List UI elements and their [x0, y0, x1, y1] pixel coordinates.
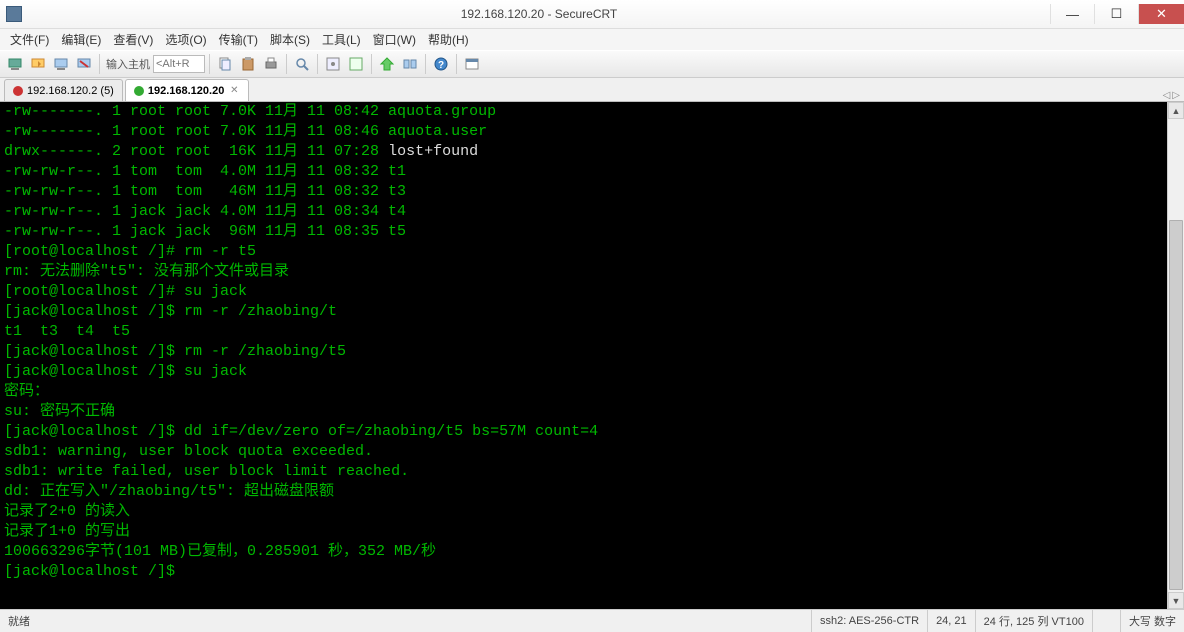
- global-options-button[interactable]: [345, 53, 367, 75]
- menu-transfer[interactable]: 传输(T): [213, 29, 264, 50]
- session-tab[interactable]: 192.168.120.2 (5): [4, 79, 123, 101]
- terminal-line: -rw-------. 1 root root 7.0K 11月 11 08:4…: [4, 122, 1163, 142]
- tab-label: 192.168.120.2 (5): [27, 85, 114, 97]
- find-button[interactable]: [291, 53, 313, 75]
- terminal-line: [jack@localhost /]$ su jack: [4, 362, 1163, 382]
- tab-bar: 192.168.120.2 (5) 192.168.120.20 ✕ ◁ ▷: [0, 78, 1184, 102]
- help-button[interactable]: ?: [430, 53, 452, 75]
- sftp-button[interactable]: [376, 53, 398, 75]
- tab-next-icon[interactable]: ▷: [1172, 90, 1180, 101]
- terminal-line: 记录了1+0 的写出: [4, 522, 1163, 542]
- status-bar: 就绪 ssh2: AES-256-CTR 24, 21 24 行, 125 列 …: [0, 609, 1184, 631]
- terminal-line: [jack@localhost /]$ rm -r /zhaobing/t5: [4, 342, 1163, 362]
- terminal-line: rm: 无法删除"t5": 没有那个文件或目录: [4, 262, 1163, 282]
- terminal-line: sdb1: warning, user block quota exceeded…: [4, 442, 1163, 462]
- minimize-button[interactable]: —: [1050, 4, 1094, 24]
- paste-button[interactable]: [237, 53, 259, 75]
- terminal-line: 记录了2+0 的读入: [4, 502, 1163, 522]
- status-caps: 大写 数字: [1120, 610, 1184, 632]
- status-dot-icon: [134, 86, 144, 96]
- title-bar: 192.168.120.20 - SecureCRT — ☐ ✕: [0, 0, 1184, 29]
- copy-button[interactable]: [214, 53, 236, 75]
- status-dot-icon: [13, 86, 23, 96]
- toolbar-extra-button[interactable]: [461, 53, 483, 75]
- menu-help[interactable]: 帮助(H): [422, 29, 475, 50]
- menu-options[interactable]: 选项(O): [159, 29, 212, 50]
- toolbar-separator: [456, 54, 457, 74]
- close-button[interactable]: ✕: [1138, 4, 1184, 24]
- scrollbar[interactable]: ▲ ▼: [1167, 102, 1184, 609]
- app-icon: [6, 6, 22, 22]
- menu-script[interactable]: 脚本(S): [264, 29, 316, 50]
- toolbar-separator: [317, 54, 318, 74]
- maximize-button[interactable]: ☐: [1094, 4, 1138, 24]
- terminal-line: drwx------. 2 root root 16K 11月 11 07:28…: [4, 142, 1163, 162]
- scroll-thumb[interactable]: [1169, 220, 1183, 590]
- tab-prev-icon[interactable]: ◁: [1163, 90, 1171, 101]
- terminal-line: -rw-rw-r--. 1 jack jack 96M 11月 11 08:35…: [4, 222, 1163, 242]
- menu-window[interactable]: 窗口(W): [367, 29, 422, 50]
- status-protocol: ssh2: AES-256-CTR: [811, 610, 927, 632]
- menu-view[interactable]: 查看(V): [107, 29, 159, 50]
- terminal-line: 密码：: [4, 382, 1163, 402]
- transfer-button[interactable]: [399, 53, 421, 75]
- menu-edit[interactable]: 编辑(E): [55, 29, 107, 50]
- terminal-line: -rw-rw-r--. 1 tom tom 4.0M 11月 11 08:32 …: [4, 162, 1163, 182]
- scroll-down-icon[interactable]: ▼: [1168, 592, 1184, 609]
- scroll-track[interactable]: [1168, 119, 1184, 592]
- toolbar-separator: [425, 54, 426, 74]
- terminal-line: [jack@localhost /]$ dd if=/dev/zero of=/…: [4, 422, 1163, 442]
- tab-nav: ◁ ▷: [1163, 90, 1184, 101]
- terminal-line: [root@localhost /]# su jack: [4, 282, 1163, 302]
- scroll-up-icon[interactable]: ▲: [1168, 102, 1184, 119]
- toolbar-separator: [99, 54, 100, 74]
- toolbar: 输入主机 ?: [0, 50, 1184, 78]
- quick-connect-button[interactable]: [27, 53, 49, 75]
- session-options-button[interactable]: [322, 53, 344, 75]
- toolbar-separator: [209, 54, 210, 74]
- status-spacer: [1092, 610, 1120, 632]
- terminal-line: -rw-rw-r--. 1 jack jack 4.0M 11月 11 08:3…: [4, 202, 1163, 222]
- menu-bar: 文件(F) 编辑(E) 查看(V) 选项(O) 传输(T) 脚本(S) 工具(L…: [0, 29, 1184, 50]
- tab-close-icon[interactable]: ✕: [228, 85, 240, 97]
- session-tab-active[interactable]: 192.168.120.20 ✕: [125, 79, 249, 101]
- terminal-line: -rw-rw-r--. 1 tom tom 46M 11月 11 08:32 t…: [4, 182, 1163, 202]
- terminal-line: dd: 正在写入"/zhaobing/t5": 超出磁盘限额: [4, 482, 1163, 502]
- toolbar-separator: [371, 54, 372, 74]
- menu-file[interactable]: 文件(F): [4, 29, 55, 50]
- terminal[interactable]: -rw-------. 1 root root 7.0K 11月 11 08:4…: [0, 102, 1167, 609]
- terminal-line: [root@localhost /]# rm -r t5: [4, 242, 1163, 262]
- window-title: 192.168.120.20 - SecureCRT: [28, 7, 1050, 21]
- disconnect-button[interactable]: [73, 53, 95, 75]
- toolbar-separator: [286, 54, 287, 74]
- terminal-container: -rw-------. 1 root root 7.0K 11月 11 08:4…: [0, 102, 1184, 609]
- tab-label: 192.168.120.20: [148, 85, 224, 97]
- terminal-line: [jack@localhost /]$ rm -r /zhaobing/t: [4, 302, 1163, 322]
- terminal-line: -rw-------. 1 root root 7.0K 11月 11 08:4…: [4, 102, 1163, 122]
- connect-button[interactable]: [4, 53, 26, 75]
- menu-tools[interactable]: 工具(L): [316, 29, 367, 50]
- host-input[interactable]: [153, 55, 205, 73]
- terminal-line: su: 密码不正确: [4, 402, 1163, 422]
- status-ready: 就绪: [0, 613, 38, 629]
- status-cursor-pos: 24, 21: [927, 610, 975, 632]
- reconnect-button[interactable]: [50, 53, 72, 75]
- terminal-line: [jack@localhost /]$: [4, 562, 1163, 582]
- terminal-line: 100663296字节(101 MB)已复制，0.285901 秒，352 MB…: [4, 542, 1163, 562]
- print-button[interactable]: [260, 53, 282, 75]
- host-label: 输入主机: [104, 56, 152, 72]
- terminal-line: t1 t3 t4 t5: [4, 322, 1163, 342]
- status-size: 24 行, 125 列 VT100: [975, 610, 1092, 632]
- svg-text:?: ?: [438, 60, 444, 71]
- terminal-line: sdb1: write failed, user block limit rea…: [4, 462, 1163, 482]
